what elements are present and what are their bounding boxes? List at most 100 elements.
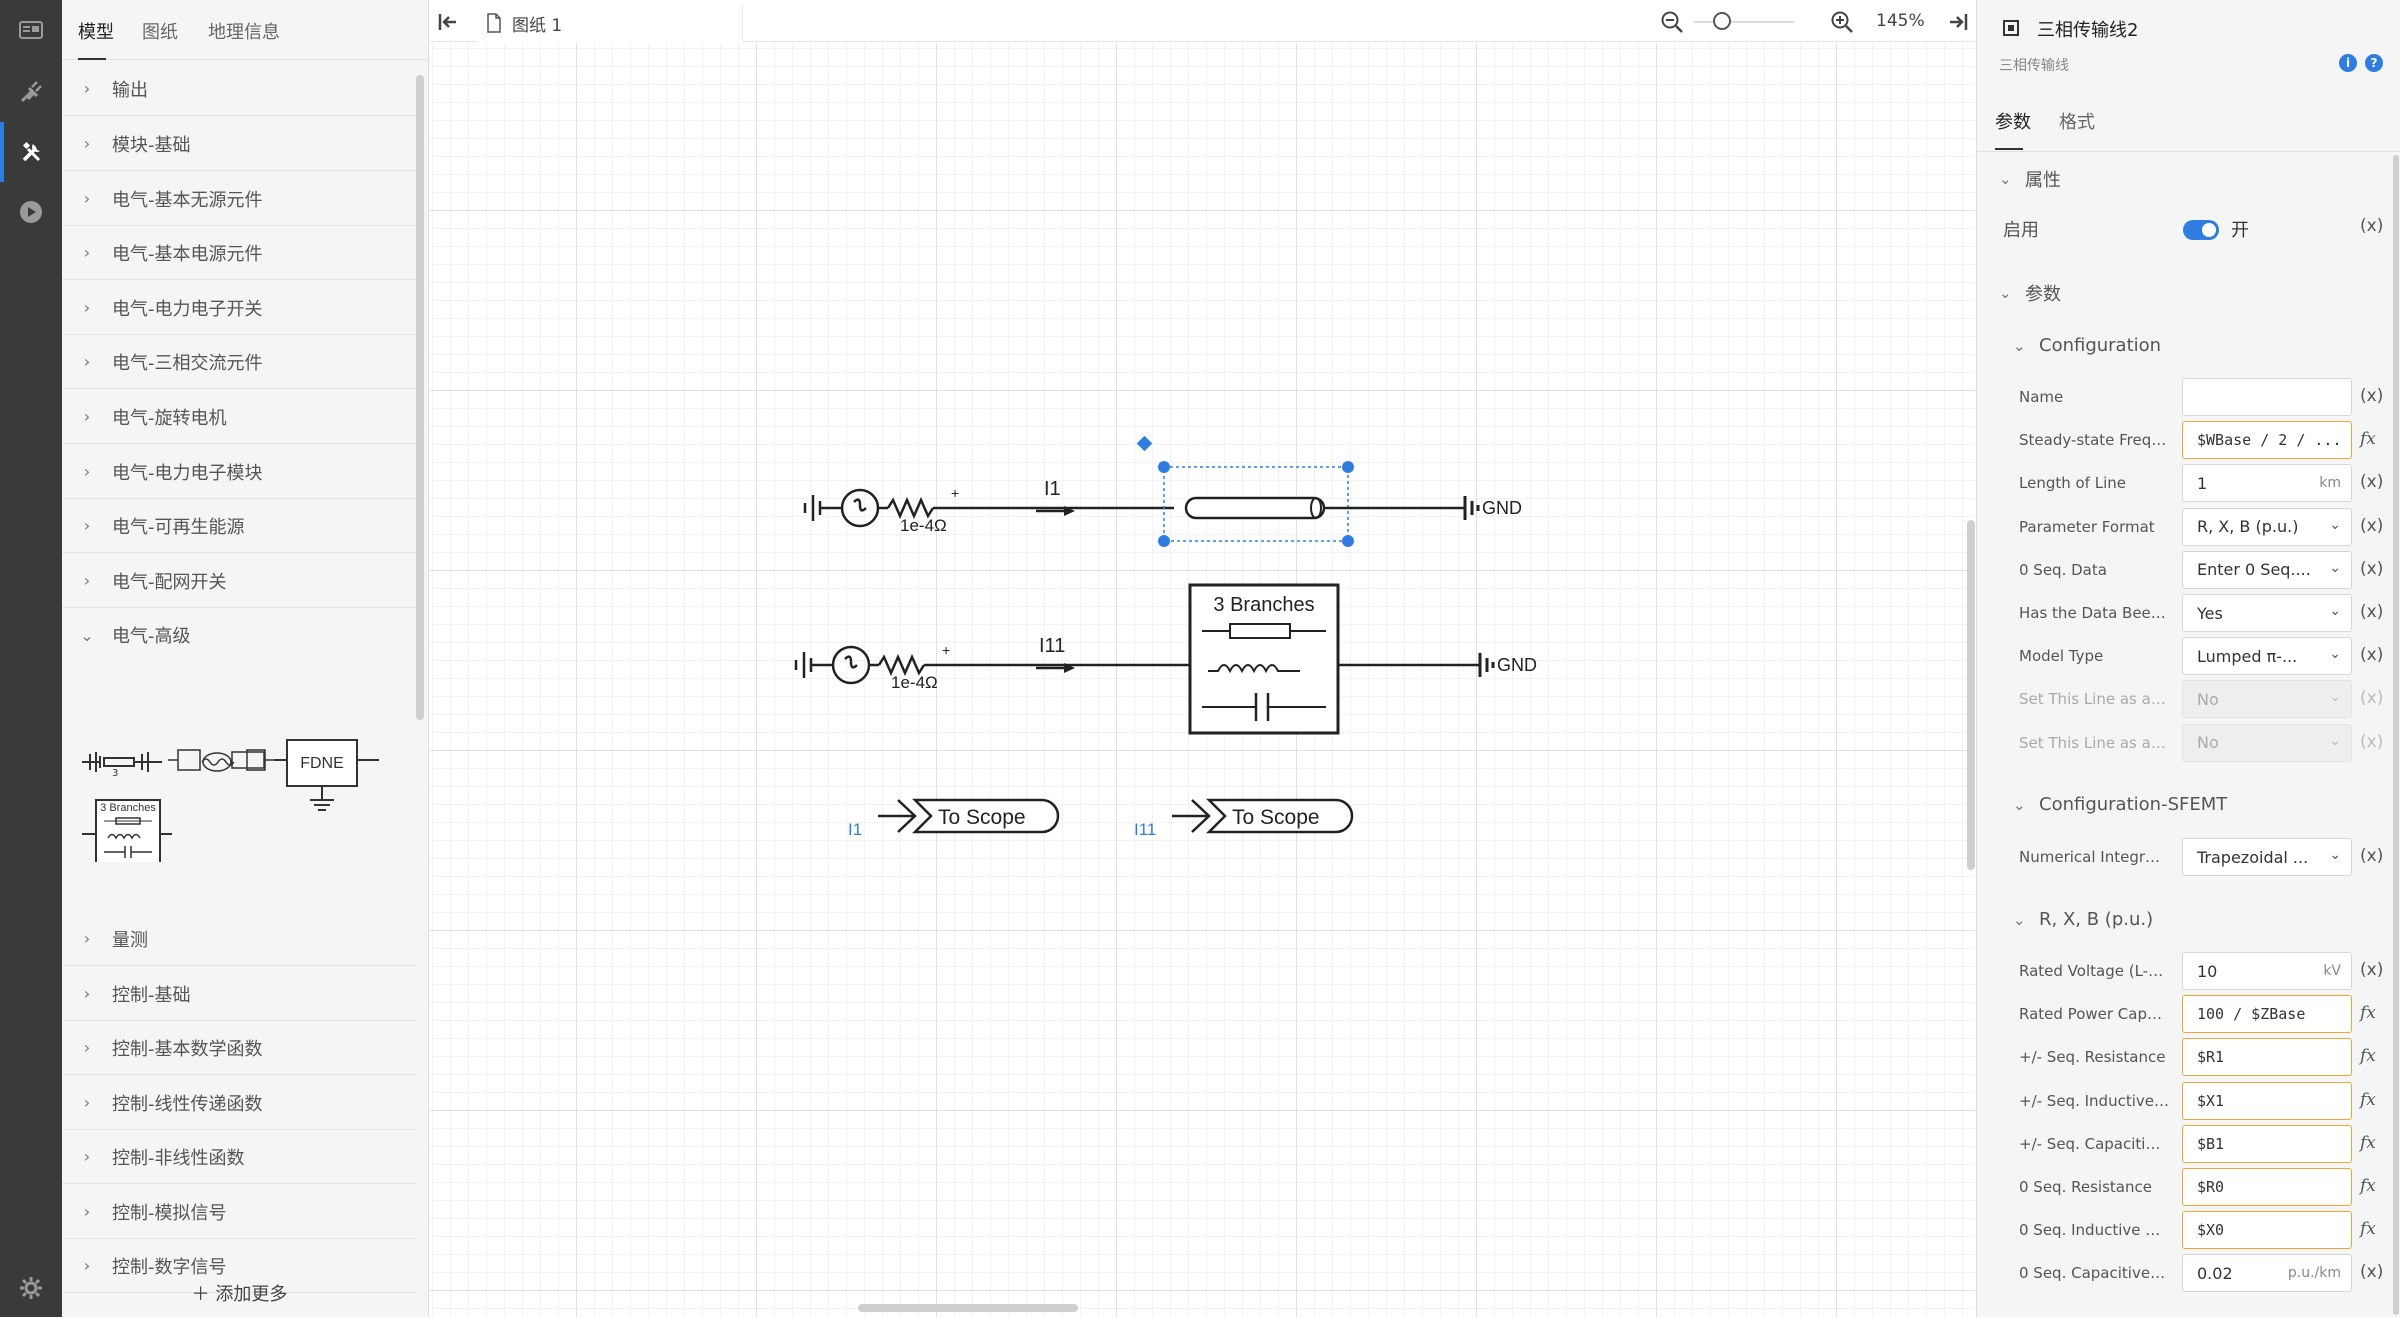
three-branches-block[interactable]: 3 Branches xyxy=(1188,583,1340,735)
collapse-left-icon[interactable] xyxy=(438,12,460,32)
section-configuration[interactable]: ⌄ Configuration xyxy=(2013,335,2161,356)
variable-button[interactable]: (x) xyxy=(2360,846,2383,866)
category-output[interactable]: › 输出 xyxy=(62,62,417,116)
fx-button[interactable]: fx xyxy=(2360,1046,2376,1066)
fx-button[interactable]: fx xyxy=(2360,1003,2376,1023)
run-icon[interactable] xyxy=(0,182,62,242)
zoom-out-icon[interactable] xyxy=(1660,10,1684,34)
plugin-icon[interactable] xyxy=(0,62,62,122)
cable-component[interactable] xyxy=(168,749,274,772)
section-rxb[interactable]: ⌄ R, X, B (p.u.) xyxy=(2013,909,2153,930)
three-branches-component[interactable]: 3 Branches xyxy=(82,782,172,862)
variable-button[interactable]: (x) xyxy=(2360,602,2383,622)
param-input[interactable]: 10 kV xyxy=(2182,952,2352,990)
param-select[interactable]: Enter 0 Seq.... ⌄ xyxy=(2182,550,2352,589)
variable-button[interactable]: (x) xyxy=(2360,645,2383,665)
param-input[interactable]: 100 / $ZBase xyxy=(2182,995,2352,1034)
canvas-vertical-scrollbar[interactable] xyxy=(1967,520,1975,870)
fdne-component[interactable]: FDNE xyxy=(274,739,379,811)
param-input[interactable]: $B1 xyxy=(2182,1124,2352,1163)
drawing-grid[interactable]: + 1e-4Ω I1 GND + 1e-4Ω I11 3 Branches GN… xyxy=(430,43,1975,1317)
to-scope-block-1[interactable]: I1 To Scope xyxy=(848,798,1060,839)
add-more-button[interactable]: ＋ 添加更多 xyxy=(62,1280,417,1306)
variable-button[interactable]: (x) xyxy=(2360,1262,2383,1282)
category-advanced[interactable]: ⌄ 电气-高级 xyxy=(62,608,417,662)
info-icon[interactable]: i xyxy=(2339,54,2357,72)
section-parameters[interactable]: ⌄ 参数 xyxy=(1999,280,2061,306)
document-tab[interactable]: 图纸 1 xyxy=(478,4,743,42)
category-control-analog[interactable]: › 控制-模拟信号 xyxy=(62,1185,417,1239)
param-select[interactable]: R, X, B (p.u.) ⌄ xyxy=(2182,507,2352,546)
param-select[interactable]: Trapezoidal ... ⌄ xyxy=(2182,838,2352,876)
rotate-handle[interactable] xyxy=(1136,435,1153,452)
variable-button[interactable]: (x) xyxy=(2360,386,2383,406)
variable-button[interactable]: (x) xyxy=(2360,559,2383,579)
zoom-slider-handle[interactable] xyxy=(1713,12,1731,30)
tab-parameters[interactable]: 参数 xyxy=(1995,108,2031,134)
model-tools-icon[interactable] xyxy=(0,122,62,182)
param-input[interactable]: $WBase / 2 / ... xyxy=(2182,421,2352,460)
tab-drawings[interactable]: 图纸 xyxy=(142,18,178,44)
section-configuration-sfemt[interactable]: ⌄ Configuration-SFEMT xyxy=(2013,794,2227,815)
category-control-transfer[interactable]: › 控制-线性传递函数 xyxy=(62,1076,417,1130)
dashboard-icon[interactable] xyxy=(0,0,62,60)
zoom-in-icon[interactable] xyxy=(1830,10,1854,34)
row1-source[interactable] xyxy=(803,488,888,528)
row1-resistor[interactable]: + 1e-4Ω xyxy=(886,485,959,535)
category-distribution-switches[interactable]: › 电气-配网开关 xyxy=(62,554,417,608)
row1-current-meter[interactable]: I1 xyxy=(1036,478,1075,516)
row1-ground[interactable]: GND xyxy=(1463,496,1522,520)
three-phase-line-component[interactable]: 3 xyxy=(82,752,162,779)
category-three-phase[interactable]: › 电气-三相交流元件 xyxy=(62,335,417,389)
tab-geo-info[interactable]: 地理信息 xyxy=(208,18,280,44)
selected-transmission-line[interactable] xyxy=(1136,435,1465,547)
param-input[interactable]: $R1 xyxy=(2182,1038,2352,1077)
resize-handle[interactable] xyxy=(1158,461,1170,473)
param-input[interactable]: 0.02 p.u./km xyxy=(2182,1254,2352,1293)
param-input[interactable]: $X0 xyxy=(2182,1211,2352,1250)
category-control-basic[interactable]: › 控制-基础 xyxy=(62,967,417,1021)
fx-button[interactable]: fx xyxy=(2360,429,2376,449)
category-module-basic[interactable]: › 模块-基础 xyxy=(62,117,417,171)
category-control-math[interactable]: › 控制-基本数学函数 xyxy=(62,1021,417,1075)
row2-current-meter[interactable]: I11 xyxy=(1036,635,1075,673)
settings-gear-icon[interactable] xyxy=(0,1258,62,1318)
variable-button[interactable]: (x) xyxy=(2360,516,2383,536)
category-machines[interactable]: › 电气-旋转电机 xyxy=(62,390,417,444)
resize-handle[interactable] xyxy=(1342,461,1354,473)
param-input[interactable]: 1 km xyxy=(2182,464,2352,503)
tab-model[interactable]: 模型 xyxy=(78,18,114,44)
category-control-nonlinear[interactable]: › 控制-非线性函数 xyxy=(62,1130,417,1184)
fx-button[interactable]: fx xyxy=(2360,1219,2376,1239)
fx-button[interactable]: fx xyxy=(2360,1133,2376,1153)
category-measurement[interactable]: › 量测 xyxy=(62,912,417,966)
category-passive[interactable]: › 电气-基本无源元件 xyxy=(62,172,417,226)
collapse-right-icon[interactable] xyxy=(1946,12,1968,32)
canvas-horizontal-scrollbar[interactable] xyxy=(858,1304,1078,1312)
variable-button[interactable]: (x) xyxy=(2360,472,2383,492)
param-input[interactable]: $R0 xyxy=(2182,1168,2352,1206)
row2-source[interactable] xyxy=(794,645,879,685)
properties-scrollbar[interactable] xyxy=(2393,155,2399,1315)
library-scrollbar[interactable] xyxy=(416,75,424,720)
resize-handle[interactable] xyxy=(1342,535,1354,547)
param-input[interactable] xyxy=(2182,378,2352,416)
zoom-slider[interactable] xyxy=(1694,21,1794,23)
category-pe-modules[interactable]: › 电气-电力电子模块 xyxy=(62,445,417,499)
category-renewables[interactable]: › 电气-可再生能源 xyxy=(62,499,417,553)
fx-button[interactable]: fx xyxy=(2360,1090,2376,1110)
tab-format[interactable]: 格式 xyxy=(2059,108,2095,134)
resize-handle[interactable] xyxy=(1158,535,1170,547)
help-icon[interactable]: ? xyxy=(2365,54,2383,72)
param-select[interactable]: Lumped π-... ⌄ xyxy=(2182,637,2352,676)
category-switches[interactable]: › 电气-电力电子开关 xyxy=(62,281,417,335)
row2-resistor[interactable]: + 1e-4Ω xyxy=(877,642,950,692)
enable-variable-button[interactable]: (x) xyxy=(2360,216,2383,236)
variable-button[interactable]: (x) xyxy=(2360,960,2383,980)
category-sources[interactable]: › 电气-基本电源元件 xyxy=(62,226,417,280)
to-scope-block-2[interactable]: I11 To Scope xyxy=(1134,798,1354,839)
section-attributes[interactable]: ⌄ 属性 xyxy=(1999,166,2061,192)
param-select[interactable]: Yes ⌄ xyxy=(2182,594,2352,632)
fx-button[interactable]: fx xyxy=(2360,1176,2376,1196)
row2-ground[interactable]: GND xyxy=(1478,653,1537,677)
